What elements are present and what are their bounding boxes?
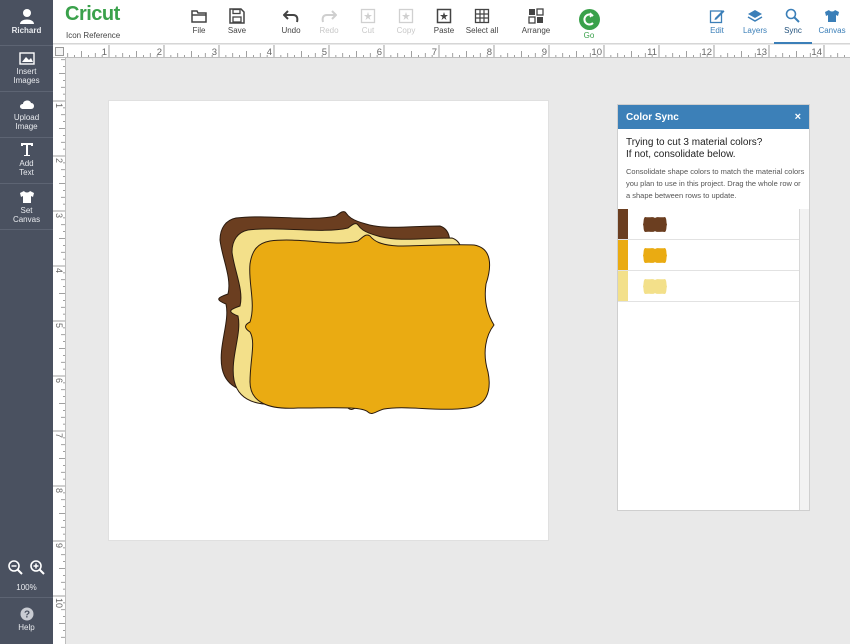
shape-chip-brown[interactable] xyxy=(642,216,668,233)
color-sync-description: Consolidate shape colors to match the ma… xyxy=(626,167,805,200)
material-color-bar xyxy=(618,209,628,239)
color-sync-question-line-1: Trying to cut 3 material colors? xyxy=(626,137,763,148)
shape-chip-cream[interactable] xyxy=(642,278,668,295)
close-icon[interactable]: × xyxy=(795,111,801,123)
color-sync-header: Color Sync × xyxy=(618,105,809,129)
color-sync-title: Color Sync xyxy=(626,112,679,123)
color-row-gold[interactable] xyxy=(618,240,799,271)
shape-chip-gold[interactable] xyxy=(642,247,668,264)
material-color-bar xyxy=(618,271,628,301)
color-row-brown[interactable] xyxy=(618,209,799,240)
color-sync-question-line-2: If not, consolidate below. xyxy=(626,149,736,160)
color-sync-panel: Color Sync × Trying to cut 3 material co… xyxy=(617,104,810,511)
bracket-shape-gold[interactable] xyxy=(245,234,495,414)
panel-scrollbar[interactable] xyxy=(799,209,809,510)
material-color-bar xyxy=(618,240,628,270)
color-row-cream[interactable] xyxy=(618,271,799,302)
color-sync-question: Trying to cut 3 material colors? If not,… xyxy=(626,137,806,161)
